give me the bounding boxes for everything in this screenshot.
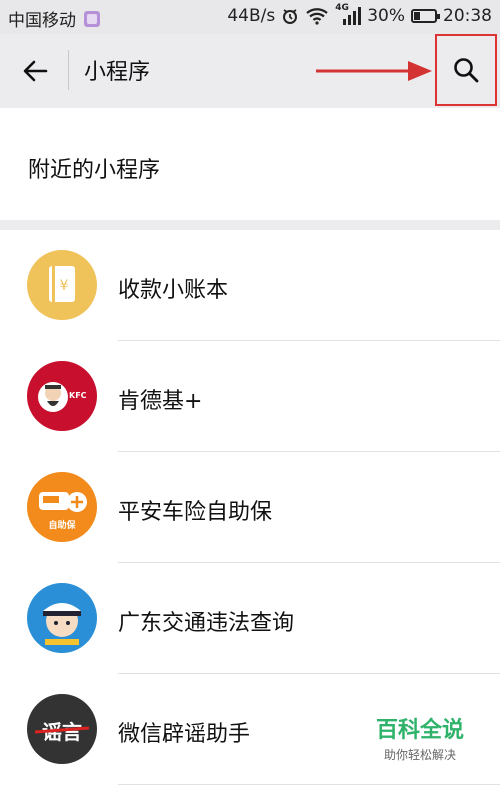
- search-icon: [454, 58, 479, 83]
- toolbar-divider: [68, 50, 69, 90]
- annotation-arrow: [316, 61, 432, 81]
- battery-percent: 30%: [367, 6, 405, 26]
- list-item[interactable]: 自助保 平安车险自助保: [0, 452, 500, 563]
- nearby-label: 附近的小程序: [28, 158, 161, 183]
- row-divider: [118, 784, 500, 785]
- arrow-left-icon: [23, 60, 48, 82]
- car-insurance-icon: 自助保: [27, 472, 97, 542]
- list-item[interactable]: KFC 肯德基+: [0, 341, 500, 452]
- search-button[interactable]: [435, 34, 497, 106]
- battery-fill: [414, 12, 420, 20]
- net-speed: 44B/s: [227, 6, 276, 26]
- status-bar: 中国移动 44B/s 4G 30% 20:38: [0, 0, 500, 34]
- section-divider: [0, 220, 500, 230]
- back-button[interactable]: [18, 54, 52, 88]
- battery-icon: [411, 9, 440, 23]
- item-name: 微信辟谣助手: [118, 722, 251, 747]
- item-name: 广东交通违法查询: [118, 611, 295, 636]
- signal-icon: 4G: [335, 3, 362, 25]
- wifi-icon: [306, 8, 328, 25]
- carrier-name: 中国移动: [8, 11, 76, 31]
- watermark-subtitle: 助你轻松解决: [383, 748, 456, 762]
- list-item[interactable]: ¥ 收款小账本: [0, 230, 500, 341]
- mini-program-list: ¥ 收款小账本 KFC 肯德基+ 自助保 平安车险自助保 广东交通违法查询 谣言…: [0, 230, 500, 785]
- app-bar: 小程序: [0, 34, 500, 108]
- traffic-police-icon: [27, 583, 97, 653]
- item-name: 平安车险自助保: [118, 500, 273, 525]
- watermark-title: 百科全说: [375, 718, 464, 743]
- ledger-icon: ¥: [27, 250, 97, 320]
- watermark: 百科全说 助你轻松解决: [360, 712, 480, 763]
- item-name: 收款小账本: [118, 278, 229, 303]
- kfc-logo-icon: KFC: [27, 361, 97, 431]
- notification-icon: [84, 10, 100, 27]
- item-name: 肯德基+: [118, 389, 203, 414]
- list-item[interactable]: 广东交通违法查询: [0, 563, 500, 674]
- icon-caption: 自助保: [48, 521, 76, 531]
- svg-text:¥: ¥: [60, 278, 69, 294]
- page-title: 小程序: [84, 60, 151, 85]
- alarm-icon: [283, 9, 298, 24]
- nearby-mini-programs[interactable]: 附近的小程序: [0, 108, 500, 220]
- kfc-logo-text: KFC: [69, 391, 87, 400]
- clock: 20:38: [443, 6, 492, 26]
- rumor-icon: 谣言: [27, 694, 97, 764]
